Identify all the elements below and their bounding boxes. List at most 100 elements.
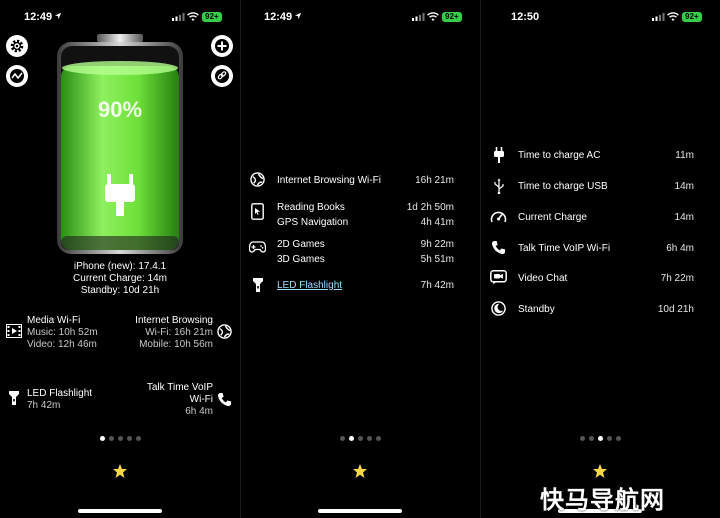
page-dot: [579, 436, 585, 441]
flashlight-icon: [9, 391, 19, 405]
row-label-link[interactable]: LED Flashlight: [277, 280, 342, 291]
location-arrow-icon: [294, 12, 302, 20]
standby-value: 10d 21h: [123, 285, 160, 296]
page-dot: [597, 436, 603, 441]
add-button[interactable]: [211, 35, 233, 57]
list-item[interactable]: Standby 10d 21h: [480, 300, 720, 318]
page-dot: [366, 436, 372, 441]
item-line: Mobile: 10h 56m: [139, 339, 213, 350]
panel-divider: [240, 0, 241, 518]
status-time: 12:49: [264, 11, 293, 23]
status-bar: 12:49 92+: [240, 10, 480, 26]
wifi-icon: [427, 12, 439, 21]
row-label: Standby: [518, 304, 555, 315]
device-info: iPhone (new): 17.4.1 Current Charge: 14m…: [0, 261, 240, 297]
list-item[interactable]: Time to charge AC 11m: [480, 146, 720, 164]
list-item[interactable]: Current Charge 14m: [480, 208, 720, 226]
row-value: 1d 2h 50m: [406, 202, 454, 213]
status-time: 12:49: [24, 11, 53, 23]
settings-button[interactable]: [6, 35, 28, 57]
row-value: 10d 21h: [657, 304, 694, 315]
row-label: Time to charge USB: [518, 181, 608, 192]
row-value: 11m: [675, 150, 694, 161]
row-value: 14m: [674, 212, 694, 223]
flashlight-icon: [253, 278, 263, 292]
page-dot: [117, 436, 123, 441]
location-arrow-icon: [54, 12, 62, 20]
list-item[interactable]: LED Flashlight 7h 42m: [240, 276, 480, 294]
screen-overview: 12:49 92+ 90% iPhone (new): 17.4.1 Curre…: [0, 0, 240, 518]
item-title: Talk Time VoIP: [146, 382, 213, 393]
page-dot: [339, 436, 345, 441]
charge-label: Current Charge:: [73, 273, 145, 284]
battery-badge: 92+: [682, 12, 702, 22]
page-indicator[interactable]: [240, 436, 480, 442]
row-label: Internet Browsing Wi-Fi: [277, 175, 381, 186]
standby-label: Standby:: [80, 285, 121, 296]
row-value: 7h 42m: [420, 280, 454, 291]
row-value: 9h 22m: [420, 239, 454, 250]
home-indicator[interactable]: [318, 509, 402, 513]
page-dot: [357, 436, 363, 441]
film-icon: [6, 324, 22, 338]
battery-badge: 92+: [442, 12, 462, 22]
page-dot: [588, 436, 594, 441]
usb-icon: [494, 178, 504, 194]
list-item[interactable]: 3D Games 5h 51m: [240, 250, 480, 268]
list-item[interactable]: GPS Navigation 4h 41m: [240, 213, 480, 231]
pulse-chart-icon: [10, 69, 24, 83]
wifi-icon: [667, 12, 679, 21]
list-item[interactable]: Talk Time VoIP Wi-Fi 6h 4m: [480, 239, 720, 257]
led-flashlight-item[interactable]: LED Flashlight 7h 42m: [27, 388, 92, 412]
page-dot: [606, 436, 612, 441]
item-line: 6h 4m: [185, 406, 213, 417]
row-value: 5h 51m: [420, 254, 454, 265]
status-bar: 12:49 92+: [0, 10, 240, 26]
row-label: 3D Games: [277, 254, 325, 265]
row-label: Reading Books: [277, 202, 345, 213]
item-line: Video: 12h 46m: [27, 339, 97, 350]
item-title: Media Wi-Fi: [27, 315, 81, 326]
talk-time-item[interactable]: Talk Time VoIP Wi-Fi 6h 4m: [147, 382, 213, 418]
model-label: iPhone (new):: [73, 261, 136, 272]
page-dot: [348, 436, 354, 441]
panel-divider: [480, 0, 481, 518]
signal-icon: [412, 13, 425, 21]
home-indicator[interactable]: [78, 509, 162, 513]
list-item[interactable]: Internet Browsing Wi-Fi 16h 21m: [240, 171, 480, 189]
signal-icon: [172, 13, 185, 21]
page-dot: [99, 436, 105, 441]
page-dot: [126, 436, 132, 441]
row-label: Talk Time VoIP Wi-Fi: [518, 243, 611, 254]
item-title-2: Wi-Fi: [189, 394, 213, 405]
phone-icon: [217, 392, 232, 407]
page-indicator[interactable]: [480, 436, 720, 442]
link-icon: [215, 69, 229, 83]
star-icon[interactable]: [352, 463, 368, 479]
page-dot: [108, 436, 114, 441]
phone-icon: [491, 240, 506, 255]
page-indicator[interactable]: [0, 436, 240, 442]
item-line: Wi-Fi: 16h 21m: [145, 327, 213, 338]
row-value: 6h 4m: [666, 243, 694, 254]
wifi-icon: [187, 12, 199, 21]
moon-icon: [491, 301, 506, 316]
link-button[interactable]: [211, 65, 233, 87]
plug-icon: [494, 147, 504, 163]
graph-button[interactable]: [6, 65, 28, 87]
media-wifi-item[interactable]: Media Wi-Fi Music: 10h 52m Video: 12h 46…: [27, 315, 98, 351]
video-chat-icon: [490, 270, 507, 285]
page-dot: [135, 436, 141, 441]
star-icon[interactable]: [592, 463, 608, 479]
status-time: 12:50: [511, 11, 540, 23]
list-item[interactable]: Video Chat 7h 22m: [480, 269, 720, 287]
row-label: Video Chat: [518, 273, 568, 284]
battery-percent: 90%: [97, 97, 143, 122]
star-icon[interactable]: [112, 463, 128, 479]
internet-browsing-item[interactable]: Internet Browsing Wi-Fi: 16h 21m Mobile:…: [135, 315, 213, 351]
item-line: 7h 42m: [27, 400, 61, 411]
screen-activities: 12:49 92+ Internet Browsing Wi-Fi 16h 21…: [240, 0, 480, 518]
list-item[interactable]: Time to charge USB 14m: [480, 177, 720, 195]
row-label: Current Charge: [518, 212, 587, 223]
globe-icon: [250, 172, 265, 187]
